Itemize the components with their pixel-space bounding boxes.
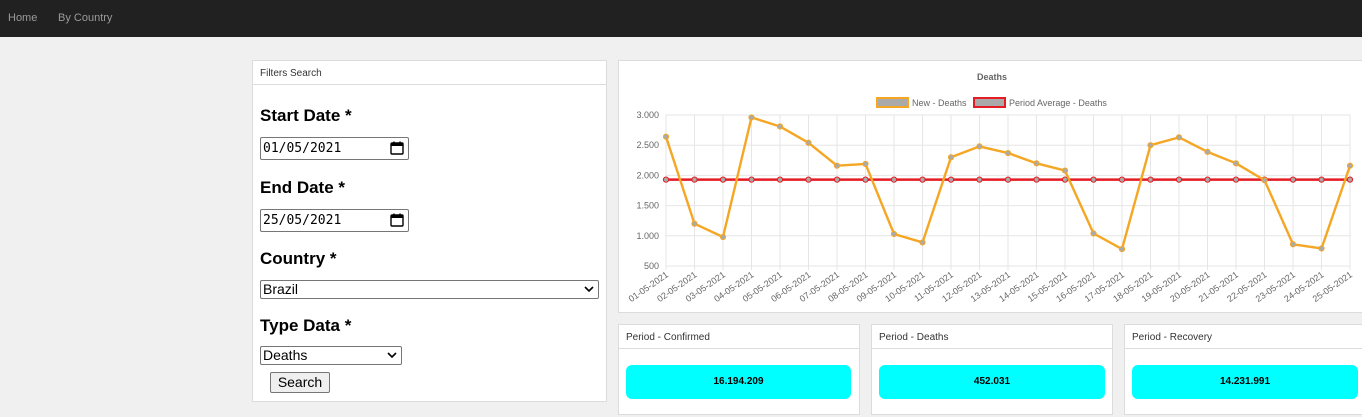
data-point [1033,160,1040,167]
data-point [890,230,898,238]
stat-value-recovery: 14.231.991 [1132,365,1358,399]
data-point [662,176,670,183]
stat-card-recovery: Period - Recovery 14.231.991 [1124,324,1362,415]
data-point [691,220,698,227]
data-point [1232,176,1240,183]
country-selected-value: Brazil [263,281,299,297]
data-point [1175,134,1183,141]
data-point [1004,176,1012,183]
deaths-chart-card: Deaths New - Deaths Period Average - Death… [618,60,1362,313]
data-point [748,176,755,183]
end-date-input[interactable]: 25/05/2021 [260,209,409,232]
data-point [1346,162,1354,169]
y-tick-label: 2.000 [636,170,659,180]
search-button[interactable]: Search [270,372,330,393]
filters-card: Filters Search Start Date * 01/05/2021 E… [252,60,607,402]
top-navbar: Home By Country [0,0,1362,37]
data-point [1204,176,1211,183]
data-point [1004,149,1012,157]
data-point [776,176,784,183]
legend-swatch [876,97,909,108]
data-point [691,176,698,183]
start-date-value: 01/05/2021 [263,141,342,156]
end-date-label: End Date * [260,178,346,197]
y-tick-label: 3.000 [636,110,659,120]
data-point [947,176,955,183]
calendar-icon[interactable] [390,213,404,227]
data-point [1061,167,1069,174]
data-point [1147,142,1154,149]
y-tick-label: 500 [644,261,659,271]
data-point [805,176,812,183]
data-point [1318,176,1325,183]
stat-card-deaths: Period - Deaths 452.031 [871,324,1113,415]
chevron-down-icon [584,286,594,293]
data-point [1118,245,1126,253]
data-point [1090,176,1097,183]
y-tick-label: 1.000 [636,231,659,241]
data-point [805,139,812,146]
stat-card-confirmed: Period - Confirmed 16.194.209 [618,324,860,415]
data-point [1090,230,1097,237]
y-tick-label: 2.500 [636,140,659,150]
nav-by-country-link[interactable]: By Country [58,12,112,24]
stat-value-confirmed: 16.194.209 [626,365,851,399]
legend-label: Period Average - Deaths [1009,98,1107,108]
country-label: Country * [260,249,337,268]
data-point [919,176,926,183]
data-point [1175,176,1183,183]
type-data-label: Type Data * [260,316,352,335]
chart-title: Deaths [977,72,1007,82]
data-point [1118,176,1126,183]
data-point [833,176,841,183]
nav-home-link[interactable]: Home [8,12,37,24]
data-point [748,114,755,121]
stat-value-deaths: 452.031 [879,365,1105,399]
country-select[interactable]: Brazil [260,280,599,299]
data-point [1061,176,1069,183]
data-point [776,123,784,130]
data-point [976,143,983,150]
data-point [862,160,869,168]
data-point [1289,176,1297,183]
data-point [1147,176,1154,183]
end-date-value: 25/05/2021 [263,213,342,228]
data-point [1232,160,1240,167]
data-point [1261,177,1268,184]
data-point [1033,176,1040,183]
stat-title-confirmed: Period - Confirmed [619,325,859,349]
stat-title-deaths: Period - Deaths [872,325,1112,349]
data-point [890,176,898,183]
stat-title-recovery: Period - Recovery [1125,325,1362,349]
data-point [833,162,841,169]
y-tick-label: 1.500 [636,201,659,211]
data-point [719,233,727,241]
data-point [662,133,670,140]
legend-label: New - Deaths [912,98,967,108]
data-point [862,176,869,183]
data-point [1318,245,1325,252]
legend-swatch [973,97,1006,108]
data-point [1289,241,1297,248]
type-data-selected-value: Deaths [263,347,308,363]
data-point [1204,148,1211,155]
data-point [976,176,983,183]
filters-header: Filters Search [253,61,606,85]
start-date-label: Start Date * [260,106,352,125]
type-data-select[interactable]: Deaths [260,346,402,365]
start-date-input[interactable]: 01/05/2021 [260,137,409,160]
deaths-line-chart: Deaths New - Deaths Period Average - Death… [627,72,1354,304]
data-point [919,239,926,246]
data-point [947,154,955,161]
calendar-icon[interactable] [390,141,404,155]
data-point [1346,176,1354,183]
data-point [719,176,727,183]
chevron-down-icon [387,352,397,359]
